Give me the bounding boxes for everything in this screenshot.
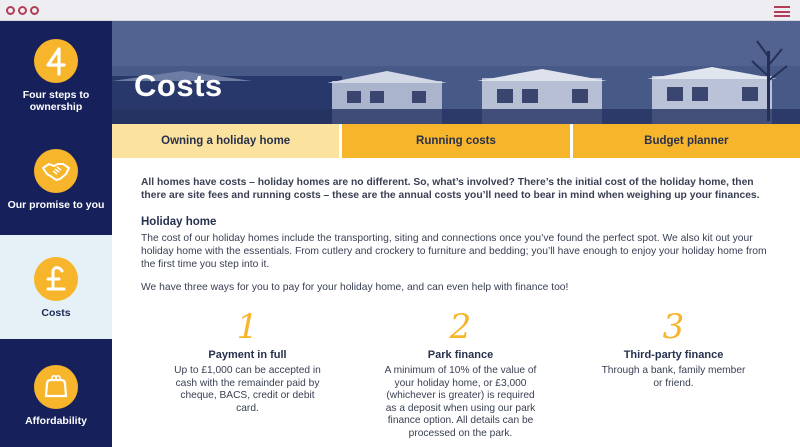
hamburger-menu-icon[interactable] [774, 6, 790, 17]
handshake-icon [34, 149, 78, 193]
option-description: Up to £1,000 can be accepted in cash wit… [174, 365, 321, 414]
sidebar-item-affordability[interactable]: Affordability [0, 365, 112, 447]
window-controls [6, 6, 39, 15]
sidebar-item-label: Four steps to ownership [22, 89, 90, 113]
option-title: Third-party finance [623, 349, 724, 361]
purse-icon [34, 365, 78, 409]
window-dot-icon[interactable] [30, 6, 39, 15]
tab-bar: Owning a holiday home Running costs Budg… [112, 124, 800, 158]
tab-owning-holiday-home[interactable]: Owning a holiday home [112, 124, 340, 158]
option-description: A minimum of 10% of the value of your ho… [384, 365, 537, 439]
number-four-icon [34, 39, 78, 83]
sidebar: Four steps to ownership Our promise to y… [0, 21, 112, 447]
option-description: Through a bank, family member or friend. [601, 365, 746, 389]
pound-sign-icon [34, 257, 78, 301]
window-dot-icon[interactable] [6, 6, 15, 15]
intro-paragraph: All homes have costs – holiday homes are… [141, 177, 760, 201]
option-number: 2 [449, 307, 472, 347]
sidebar-item-promise[interactable]: Our promise to you [0, 149, 112, 239]
description-paragraph: The cost of our holiday homes include th… [141, 233, 767, 270]
payment-options: 1 Payment in full Up to £1,000 can be ac… [141, 308, 781, 440]
payment-option: 3 Third-party finance Through a bank, fa… [567, 308, 780, 440]
tab-running-costs[interactable]: Running costs [342, 124, 570, 158]
option-number: 3 [662, 307, 685, 347]
payment-option: 1 Payment in full Up to £1,000 can be ac… [141, 308, 354, 440]
option-title: Payment in full [208, 349, 287, 361]
hero-banner: Costs [112, 21, 800, 124]
section-heading: Holiday home [141, 216, 217, 228]
option-number: 1 [236, 307, 259, 347]
sidebar-item-costs[interactable]: Costs [0, 235, 112, 339]
sidebar-item-four-steps[interactable]: Four steps to ownership [0, 39, 112, 139]
payment-option: 2 Park finance A minimum of 10% of the v… [354, 308, 567, 440]
page-title: Costs [134, 68, 223, 103]
sidebar-item-label: Costs [41, 307, 71, 319]
sidebar-item-label: Affordability [25, 415, 87, 427]
window-dot-icon[interactable] [18, 6, 27, 15]
sidebar-item-label: Our promise to you [7, 199, 105, 211]
option-title: Park finance [427, 349, 494, 361]
browser-bar [0, 0, 800, 21]
main-content: All homes have costs – holiday homes are… [141, 176, 781, 294]
tab-budget-planner[interactable]: Budget planner [572, 124, 800, 158]
payment-intro-paragraph: We have three ways for you to pay for yo… [141, 282, 569, 293]
